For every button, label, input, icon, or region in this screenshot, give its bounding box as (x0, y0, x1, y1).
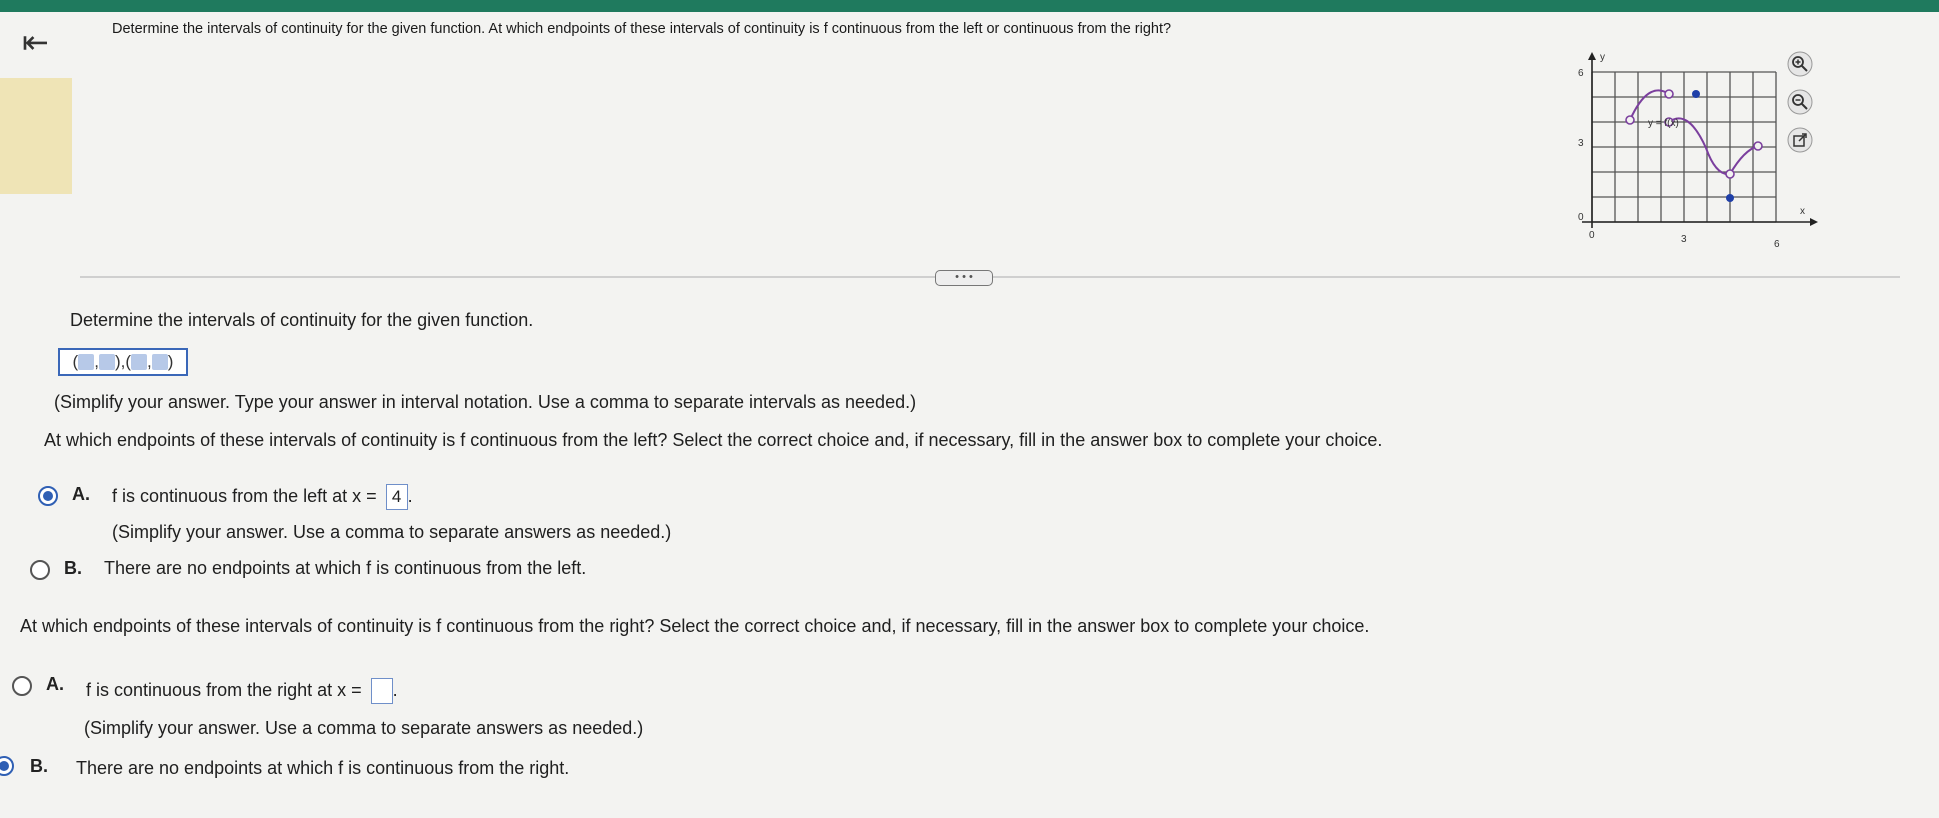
period: . (407, 485, 413, 506)
part3-choice-a-letter: A. (46, 674, 64, 694)
part3-prompt: At which endpoints of these intervals of… (20, 616, 1370, 636)
part3-choice-a-radio[interactable] (12, 676, 32, 696)
x-axis-label: x (1800, 206, 1805, 217)
zoom-out-icon[interactable] (1786, 88, 1814, 116)
part2-choice-a-radio[interactable] (38, 486, 58, 506)
part3-answer-box[interactable] (370, 678, 393, 704)
answer-slot[interactable] (78, 354, 95, 370)
part3-choice-a-note: (Simplify your answer. Use a comma to se… (84, 718, 644, 738)
part2-prompt: At which endpoints of these intervals of… (44, 430, 1383, 450)
part2-choice-b-letter: B. (64, 558, 82, 578)
back-arrow-icon[interactable]: ⇤ (22, 26, 49, 58)
function-label: y = f(x) (1648, 118, 1679, 129)
period: . (392, 679, 398, 700)
y-axis-arrow-icon (1588, 52, 1596, 60)
part2-choice-b-radio[interactable] (30, 560, 50, 580)
curve-segment-3 (1729, 145, 1759, 175)
part2-choice-b-text: There are no endpoints at which f is con… (104, 558, 587, 578)
top-bar (0, 0, 1939, 12)
answer-slot[interactable] (98, 354, 115, 370)
part3-choice-b-letter: B. (30, 756, 48, 776)
part3-choice-b-text: There are no endpoints at which f is con… (76, 758, 570, 778)
part2-choice-a-text: f is continuous from the left at x = (112, 485, 377, 506)
part2-choice-a: f is continuous from the left at x = 4. (112, 484, 413, 510)
left-accent-panel (0, 78, 72, 194)
x-tick-6: 6 (1774, 239, 1780, 250)
part3-choice-b-radio[interactable] (0, 756, 14, 776)
y-tick-6: 6 (1578, 68, 1584, 79)
open-point (1664, 89, 1674, 99)
closed-point (1726, 194, 1734, 202)
x-axis-arrow-icon (1810, 218, 1818, 226)
part3-choice-a-text: f is continuous from the right at x = (86, 679, 362, 700)
x-tick-0: 0 (1589, 230, 1595, 241)
y-axis-label: y (1600, 52, 1605, 63)
answer-slot[interactable] (131, 354, 148, 370)
more-button[interactable]: • • • (935, 270, 993, 286)
part2-choice-a-letter: A. (72, 484, 90, 504)
open-point (1725, 169, 1735, 179)
part2-choice-a-note: (Simplify your answer. Use a comma to se… (112, 522, 672, 542)
closed-point (1692, 90, 1700, 98)
part2-answer-box[interactable]: 4 (385, 484, 408, 510)
graph-grid (1591, 71, 1777, 223)
y-tick-3: 3 (1578, 138, 1584, 149)
part1-prompt: Determine the intervals of continuity fo… (70, 310, 534, 330)
zoom-in-icon[interactable] (1786, 50, 1814, 78)
part3-choice-a: f is continuous from the right at x = . (86, 678, 398, 704)
popout-icon[interactable] (1786, 126, 1814, 154)
y-tick-0: 0 (1578, 212, 1584, 223)
open-point (1753, 141, 1763, 151)
part1-instruction: (Simplify your answer. Type your answer … (54, 392, 917, 412)
graph-tools (1786, 50, 1826, 164)
question-header: Determine the intervals of continuity fo… (112, 21, 1172, 37)
interval-answer-box[interactable]: ( , ) , ( , ) (58, 348, 188, 376)
open-point (1625, 115, 1635, 125)
x-tick-3: 3 (1681, 234, 1687, 245)
curve-segment-1 (1629, 89, 1670, 121)
close-paren: ) (167, 352, 174, 371)
answer-slot[interactable] (151, 354, 168, 370)
